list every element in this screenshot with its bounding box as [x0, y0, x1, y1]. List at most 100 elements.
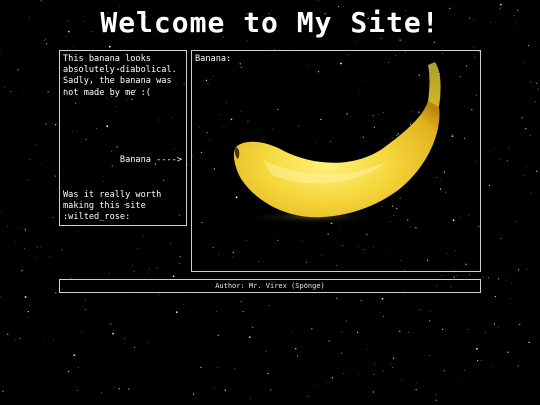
- star: [393, 357, 395, 359]
- star: [488, 184, 491, 186]
- star: [27, 311, 29, 313]
- star: [497, 278, 500, 280]
- star: [435, 394, 437, 395]
- star: [326, 382, 328, 384]
- star: [378, 296, 380, 298]
- star: [296, 355, 299, 357]
- star: [358, 374, 360, 375]
- banana-label: Banana:: [195, 54, 232, 64]
- star: [428, 355, 430, 356]
- star: [307, 396, 308, 398]
- main-panel: Banana:: [191, 50, 481, 272]
- star: [4, 87, 6, 88]
- star: [456, 274, 457, 276]
- star: [217, 334, 219, 336]
- star: [55, 124, 57, 126]
- star: [110, 323, 112, 325]
- star: [170, 242, 172, 244]
- star: [534, 101, 536, 103]
- star: [22, 93, 24, 95]
- star: [29, 158, 31, 160]
- star: [381, 298, 384, 300]
- star: [29, 305, 31, 306]
- star: [530, 192, 532, 194]
- star: [234, 367, 236, 369]
- star: [84, 298, 86, 300]
- star: [536, 170, 538, 172]
- star: [178, 263, 180, 264]
- star: [433, 41, 436, 44]
- star: [108, 45, 111, 48]
- star: [515, 221, 517, 223]
- star: [47, 91, 49, 93]
- star: [81, 331, 83, 333]
- star: [399, 39, 401, 41]
- star: [84, 308, 86, 310]
- star: [292, 331, 293, 332]
- star: [77, 390, 78, 391]
- star: [367, 349, 368, 350]
- star: [382, 370, 384, 372]
- star: [61, 249, 63, 251]
- star: [49, 256, 50, 258]
- star: [493, 323, 495, 325]
- star: [494, 295, 496, 298]
- star: [40, 0, 42, 2]
- star: [328, 340, 330, 342]
- star: [509, 298, 511, 299]
- star: [216, 310, 218, 312]
- star: [137, 248, 139, 249]
- star: [429, 320, 431, 322]
- star: [480, 360, 482, 362]
- star: [68, 371, 70, 373]
- star: [526, 166, 528, 168]
- star: [132, 265, 134, 266]
- star: [183, 303, 185, 305]
- star: [390, 363, 392, 365]
- star: [483, 276, 484, 278]
- star: [149, 268, 150, 270]
- star: [345, 320, 347, 322]
- star: [442, 328, 444, 330]
- sidebar-message-bottom: Was it really worth making this site :wi…: [63, 190, 162, 223]
- star: [523, 175, 525, 177]
- star: [441, 275, 443, 276]
- star: [21, 269, 23, 272]
- star: [35, 256, 37, 258]
- star: [379, 312, 381, 313]
- star: [492, 367, 493, 369]
- star: [489, 151, 490, 152]
- star: [179, 256, 181, 258]
- star: [525, 128, 527, 130]
- sidebar-message-top: This banana looks absolutely diabolical.…: [63, 54, 177, 98]
- star: [53, 339, 55, 341]
- star: [517, 365, 519, 367]
- star: [36, 246, 38, 248]
- star: [372, 391, 374, 393]
- star: [383, 316, 384, 318]
- star: [24, 248, 25, 249]
- star: [453, 276, 455, 278]
- star: [529, 135, 531, 137]
- star: [77, 231, 79, 233]
- star: [247, 40, 248, 41]
- star: [416, 382, 417, 384]
- star: [73, 354, 76, 356]
- star: [7, 333, 9, 335]
- star: [415, 389, 417, 391]
- star: [15, 241, 17, 242]
- star: [318, 0, 320, 2]
- banana-image: [233, 62, 441, 224]
- star: [19, 337, 21, 339]
- star: [7, 226, 9, 228]
- star: [55, 292, 57, 294]
- star: [443, 370, 445, 372]
- star: [224, 389, 226, 391]
- star: [506, 160, 508, 162]
- star: [477, 360, 479, 362]
- star: [124, 338, 126, 340]
- star: [200, 366, 202, 368]
- star: [214, 387, 216, 389]
- star: [340, 352, 343, 354]
- star: [54, 175, 57, 177]
